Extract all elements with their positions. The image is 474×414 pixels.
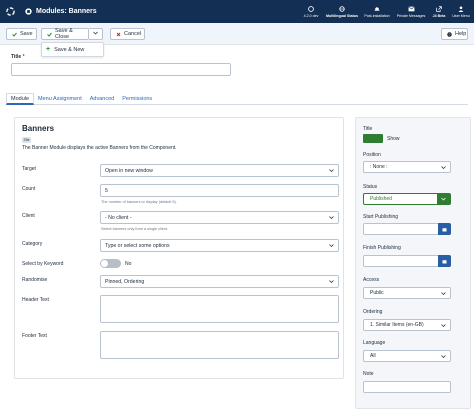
module-tabs: Module Menu Assignment Advanced Permissi… [6, 93, 468, 105]
module-sidebar: Title Show Position : None : Status Publ… [355, 117, 471, 409]
required-mark: * [22, 54, 25, 60]
help-button[interactable]: ? Help [441, 28, 468, 40]
tab-advanced[interactable]: Advanced [86, 93, 118, 105]
header-item-user[interactable]: User Menu [450, 0, 472, 23]
title-label: Title * [11, 54, 25, 60]
top-header: Modules: Banners 4.2.0 dev Multilingual … [0, 0, 474, 23]
module-options-panel: Banners Site The Banner Module displays … [14, 117, 344, 379]
keyword-toggle-label: No [125, 261, 132, 267]
chevron-down-icon [441, 323, 446, 328]
category-select[interactable]: Type or select some options [100, 239, 339, 252]
show-label: Show [387, 136, 400, 142]
tab-menu-assignment[interactable]: Menu Assignment [34, 93, 86, 105]
cube-icon [25, 8, 32, 15]
save-icon [12, 32, 17, 37]
header-text-label: Header Text [22, 297, 49, 303]
chevron-down-icon [441, 291, 446, 296]
tab-module[interactable]: Module [6, 93, 35, 105]
count-label: Count [22, 186, 36, 192]
calendar-icon[interactable] [438, 223, 451, 235]
bell-icon [374, 6, 380, 11]
target-label: Target [22, 166, 36, 172]
client-select[interactable]: - No client - [100, 211, 339, 224]
keyword-toggle[interactable] [100, 259, 121, 268]
count-input[interactable]: 5 [100, 184, 339, 197]
header-item-multilingual[interactable]: Multilingual Status [324, 0, 360, 23]
envelope-icon [407, 5, 415, 11]
calendar-icon[interactable] [438, 255, 451, 267]
user-icon [458, 5, 464, 12]
count-hint: The number of banners to display (defaul… [101, 200, 177, 204]
chevron-down-icon [329, 215, 334, 220]
position-label: Position [363, 152, 381, 158]
page-title-text: Modules: Banners [36, 8, 97, 15]
note-label: Note [363, 371, 374, 377]
randomise-select[interactable]: Pinned, Ordering [100, 275, 339, 288]
start-publishing-input[interactable] [363, 223, 451, 235]
title-show-label: Title [363, 126, 373, 132]
position-select[interactable]: : None : [363, 161, 451, 173]
chevron-down-icon [437, 194, 450, 204]
header-item-postinstall[interactable]: Post-installation [360, 0, 394, 23]
header-item-version[interactable]: 4.2.0 dev [298, 0, 324, 23]
client-label: Client [22, 213, 35, 219]
save-button[interactable]: Save [6, 28, 37, 40]
joomla-icon [308, 5, 314, 12]
access-label: Access [363, 277, 380, 283]
category-label: Category [22, 241, 43, 247]
tab-permissions[interactable]: Permissions [118, 93, 156, 105]
ordering-label: Ordering [363, 309, 383, 315]
save-close-icon [47, 32, 52, 37]
save-close-button[interactable]: Save & Close [41, 28, 89, 40]
external-link-icon [436, 5, 442, 12]
chevron-down-icon [329, 243, 334, 248]
page-title: Modules: Banners [25, 8, 97, 15]
header-text-textarea[interactable] [100, 295, 339, 323]
svg-text:?: ? [449, 32, 451, 36]
note-input[interactable] [363, 381, 451, 393]
client-hint: Select banners only from a single client… [101, 227, 169, 231]
header-item-site[interactable]: J4 Beta [428, 0, 450, 23]
help-icon: ? [447, 31, 452, 37]
keyword-label: Select by Keyword [22, 261, 64, 267]
start-publishing-label: Start Publishing [363, 214, 399, 220]
finish-publishing-label: Finish Publishing [363, 245, 401, 251]
site-badge: Site [22, 137, 32, 143]
toggle-knob [101, 260, 108, 267]
title-show-toggle[interactable] [363, 134, 383, 143]
target-select[interactable]: Open in new window [100, 164, 339, 177]
plus-icon: + [46, 46, 51, 53]
status-label: Status [363, 184, 378, 190]
finish-publishing-input[interactable] [363, 255, 451, 267]
footer-text-label: Footer Text [22, 333, 47, 339]
chevron-down-icon [329, 168, 334, 173]
module-description: The Banner Module displays the active Ba… [22, 145, 177, 151]
close-icon [116, 32, 121, 37]
language-label: Language [363, 340, 386, 346]
language-select[interactable]: All [363, 350, 451, 362]
header-status-items: 4.2.0 dev Multilingual Status Post-insta… [298, 0, 472, 23]
randomise-label: Randomise [22, 277, 48, 283]
save-new-menu-item[interactable]: + Save & New [41, 42, 104, 57]
module-heading: Banners [22, 124, 55, 133]
chevron-down-icon [441, 354, 446, 359]
joomla-logo-icon[interactable] [6, 7, 15, 16]
header-item-messages[interactable]: Private Messages [394, 0, 428, 23]
access-select[interactable]: Public [363, 287, 451, 299]
chevron-down-icon [441, 165, 446, 170]
chevron-down-icon [329, 279, 334, 284]
save-dropdown-toggle[interactable] [89, 28, 103, 40]
language-icon [339, 5, 345, 12]
chevron-down-icon [93, 31, 98, 37]
ordering-select[interactable]: 1. Similar Items (en-GB) [363, 319, 451, 331]
cancel-button[interactable]: Cancel [110, 28, 145, 40]
status-select[interactable]: Published [363, 193, 451, 205]
title-input[interactable] [11, 63, 231, 76]
footer-text-textarea[interactable] [100, 331, 339, 359]
